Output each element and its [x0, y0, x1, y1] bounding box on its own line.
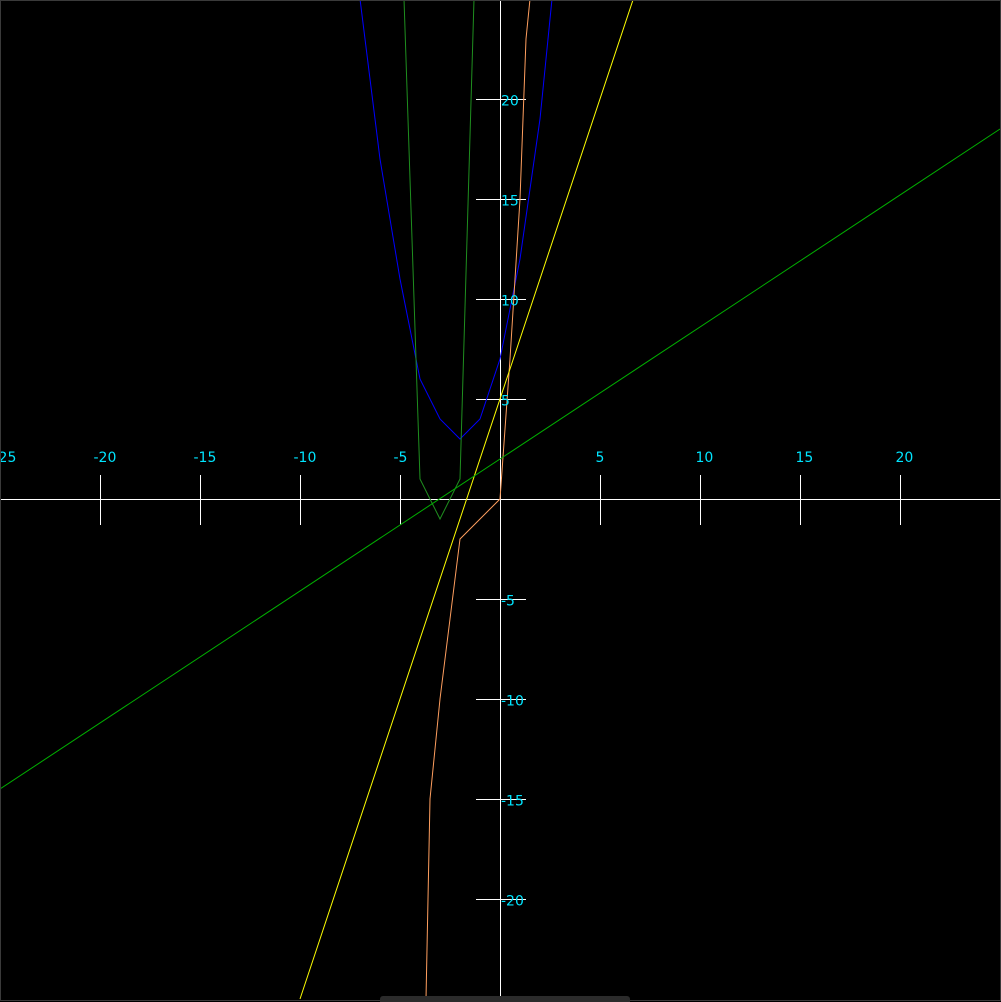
- y-tick-label: -5: [501, 594, 515, 610]
- x-tick-label: -5: [394, 450, 408, 466]
- series-line-1: [359, 0, 553, 440]
- series-line-2: [403, 0, 475, 521]
- x-tick-label: 5: [596, 450, 605, 466]
- y-tick-label: 5: [501, 394, 510, 410]
- bottom-strip: [380, 996, 630, 1002]
- x-tick-label: 20: [896, 450, 914, 466]
- y-tick-label: -10: [501, 694, 524, 710]
- y-tick-label: -15: [501, 794, 524, 810]
- x-tick-label: -20: [94, 450, 117, 466]
- tick-labels: -25 -20 -15 -10 -5 5 10 15 20 20 15 10 5 -5 -10 -15 -20: [0, 94, 913, 910]
- x-tick-label: -10: [294, 450, 317, 466]
- y-tick-label: -20: [501, 894, 524, 910]
- x-tick-label: 15: [796, 450, 814, 466]
- x-tick-label: -25: [0, 450, 16, 466]
- y-tick-label: 20: [501, 94, 519, 110]
- y-tick-label: 10: [501, 294, 519, 310]
- x-tick-label: 10: [696, 450, 714, 466]
- y-tick-label: 15: [501, 194, 519, 210]
- axes: [0, 0, 1001, 1001]
- function-plot: -25 -20 -15 -10 -5 5 10 15 20 20 15 10 5 -5 -10 -15 -20: [0, 0, 1001, 1001]
- x-tick-label: -15: [194, 450, 217, 466]
